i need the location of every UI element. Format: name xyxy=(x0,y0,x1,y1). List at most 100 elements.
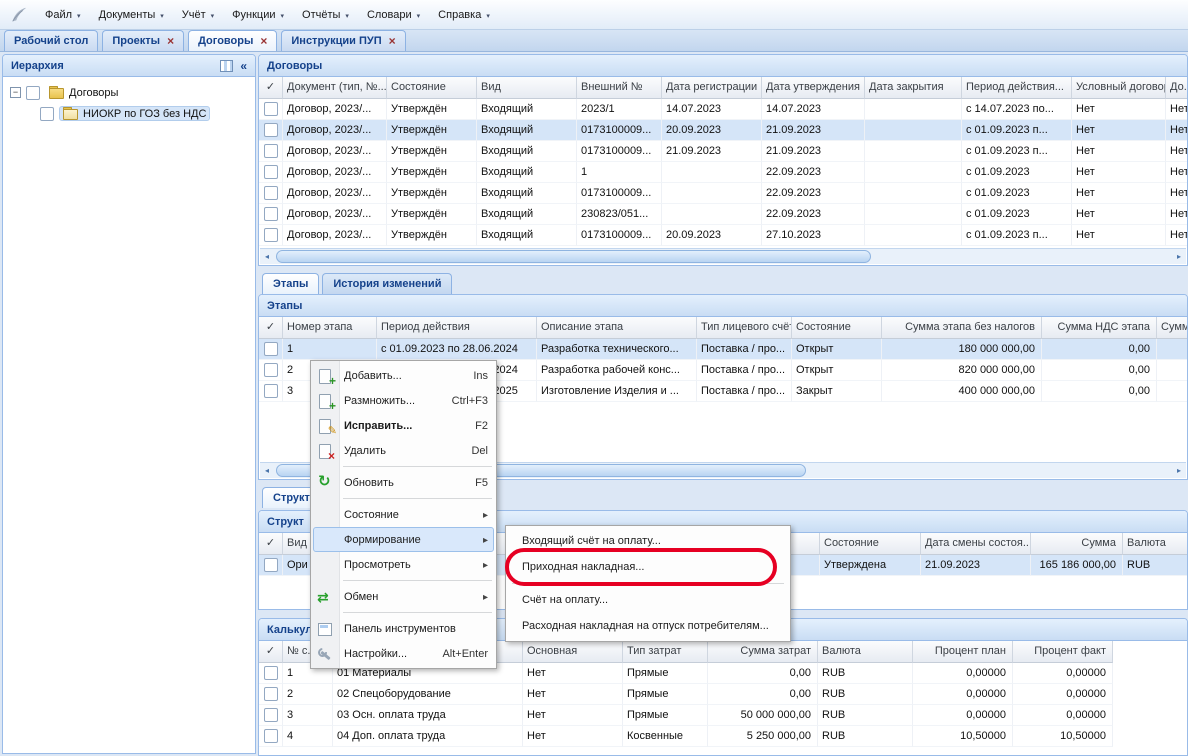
table-row[interactable]: Договор, 2023/...УтверждёнВходящий017310… xyxy=(259,225,1187,246)
context-menu-item[interactable]: Состояние xyxy=(313,502,494,527)
column-header[interactable]: Описание этапа xyxy=(537,317,697,339)
submenu-item[interactable]: Расходная накладная на отпуск потребител… xyxy=(508,613,788,639)
tab-stages[interactable]: Этапы xyxy=(262,273,319,294)
collapse-panel-icon[interactable] xyxy=(240,60,247,72)
column-header[interactable]: Период действия xyxy=(377,317,537,339)
table-row[interactable]: Договор, 2023/...УтверждёнВходящий2023/1… xyxy=(259,99,1187,120)
scroll-left-icon[interactable] xyxy=(260,249,274,264)
table-row[interactable]: Договор, 2023/...УтверждёнВходящий122.09… xyxy=(259,162,1187,183)
table-row[interactable]: 202 СпецоборудованиеНетПрямые0,00RUB0,00… xyxy=(259,684,1187,705)
submenu-item[interactable]: Счёт на оплату... xyxy=(508,587,788,613)
menubar-item[interactable]: Учёт xyxy=(173,6,223,24)
row-checkbox[interactable] xyxy=(264,708,278,722)
column-header[interactable]: Состояние xyxy=(820,533,921,555)
row-checkbox[interactable] xyxy=(264,165,278,179)
table-row[interactable]: Договор, 2023/...УтверждёнВходящий017310… xyxy=(259,120,1187,141)
column-header[interactable]: До... xyxy=(1166,77,1187,99)
column-header[interactable]: Номер этапа xyxy=(283,317,377,339)
row-checkbox[interactable] xyxy=(264,228,278,242)
column-header[interactable]: Состояние xyxy=(792,317,882,339)
row-checkbox[interactable] xyxy=(264,102,278,116)
context-menu-item[interactable]: ОбновитьF5 xyxy=(313,470,494,495)
column-header[interactable]: Сумма эт... xyxy=(1157,317,1187,339)
context-menu-item[interactable]: Размножить...Ctrl+F3 xyxy=(313,388,494,413)
node-checkbox[interactable] xyxy=(40,107,54,121)
row-checkbox[interactable] xyxy=(264,186,278,200)
scroll-right-icon[interactable] xyxy=(1172,249,1186,264)
tab-contracts[interactable]: Договоры xyxy=(188,30,277,51)
table-row[interactable]: 303 Осн. оплата трудаНетПрямые50 000 000… xyxy=(259,705,1187,726)
menubar-item[interactable]: Словари xyxy=(358,6,429,24)
node-checkbox[interactable] xyxy=(26,86,40,100)
column-header[interactable]: Тип затрат xyxy=(623,641,708,663)
submenu-item[interactable]: Входящий счёт на оплату... xyxy=(508,528,788,554)
tab-desktop[interactable]: Рабочий стол xyxy=(4,30,98,51)
tab-change-history[interactable]: История изменений xyxy=(322,273,452,294)
column-header[interactable]: Документ (тип, №... xyxy=(283,77,387,99)
tab-projects[interactable]: Проекты xyxy=(102,30,184,51)
column-header[interactable]: Период действия... xyxy=(962,77,1072,99)
row-checkbox[interactable] xyxy=(264,123,278,137)
column-header[interactable]: ✓ xyxy=(259,77,283,99)
column-header[interactable]: Сумма затрат xyxy=(708,641,818,663)
context-menu-item[interactable]: Добавить...Ins xyxy=(313,363,494,388)
submenu-item[interactable]: Приходная накладная... xyxy=(508,554,788,580)
close-icon[interactable] xyxy=(260,35,267,48)
menubar-item[interactable]: Файл xyxy=(36,6,90,24)
table-row[interactable]: Договор, 2023/...УтверждёнВходящий230823… xyxy=(259,204,1187,225)
column-header[interactable]: Дата утверждения xyxy=(762,77,865,99)
column-header[interactable]: ✓ xyxy=(259,317,283,339)
context-menu-item[interactable]: Формирование xyxy=(313,527,494,552)
column-header[interactable]: Внешний № xyxy=(577,77,662,99)
row-checkbox[interactable] xyxy=(264,384,278,398)
close-icon[interactable] xyxy=(167,35,174,48)
row-checkbox[interactable] xyxy=(264,687,278,701)
context-menu-item[interactable]: УдалитьDel xyxy=(313,438,494,463)
column-header[interactable]: Процент план xyxy=(913,641,1013,663)
context-menu-item[interactable]: Просмотреть xyxy=(313,552,494,577)
column-header[interactable]: Условный договор xyxy=(1072,77,1166,99)
grid-view-icon[interactable] xyxy=(220,60,233,72)
row-checkbox[interactable] xyxy=(264,207,278,221)
table-row[interactable]: Договор, 2023/...УтверждёнВходящий017310… xyxy=(259,141,1187,162)
expander-icon[interactable] xyxy=(10,87,21,98)
tab-pup-instructions[interactable]: Инструкции ПУП xyxy=(281,30,405,51)
column-header[interactable]: ✓ xyxy=(259,533,283,555)
scroll-left-icon[interactable] xyxy=(260,463,274,478)
column-header[interactable]: Дата смены состоя... xyxy=(921,533,1031,555)
column-header[interactable]: Дата регистрации xyxy=(662,77,762,99)
scroll-right-icon[interactable] xyxy=(1172,463,1186,478)
column-header[interactable]: Основная xyxy=(523,641,623,663)
horizontal-scrollbar[interactable] xyxy=(260,248,1186,264)
scrollbar-thumb[interactable] xyxy=(276,250,871,263)
column-header[interactable]: Валюта xyxy=(1123,533,1187,555)
column-header[interactable]: Валюта xyxy=(818,641,913,663)
row-checkbox[interactable] xyxy=(264,144,278,158)
column-header[interactable]: Дата закрытия xyxy=(865,77,962,99)
context-menu-item[interactable]: Исправить...F2 xyxy=(313,413,494,438)
column-header[interactable]: Сумма xyxy=(1031,533,1123,555)
context-menu-item[interactable]: Обмен xyxy=(313,584,494,609)
close-icon[interactable] xyxy=(389,35,396,48)
column-header[interactable]: Сумма НДС этапа xyxy=(1042,317,1157,339)
table-row[interactable]: 404 Доп. оплата трудаНетКосвенные5 250 0… xyxy=(259,726,1187,747)
menubar-item[interactable]: Справка xyxy=(429,6,499,24)
menubar-item[interactable]: Документы xyxy=(90,6,173,24)
row-checkbox[interactable] xyxy=(264,558,278,572)
context-menu-item[interactable]: Панель инструментов xyxy=(313,616,494,641)
row-checkbox[interactable] xyxy=(264,666,278,680)
column-header[interactable]: Сумма этапа без налогов xyxy=(882,317,1042,339)
tree-node-child[interactable]: НИОКР по ГОЗ без НДС xyxy=(5,103,253,124)
column-header[interactable]: Состояние xyxy=(387,77,477,99)
table-row[interactable]: 1с 01.09.2023 по 28.06.2024Разработка те… xyxy=(259,339,1187,360)
column-header[interactable]: Тип лицевого счёт xyxy=(697,317,792,339)
column-header[interactable]: ✓ xyxy=(259,641,283,663)
row-checkbox[interactable] xyxy=(264,342,278,356)
menubar-item[interactable]: Функции xyxy=(223,6,293,24)
column-header[interactable]: Вид xyxy=(477,77,577,99)
table-row[interactable]: Договор, 2023/...УтверждёнВходящий017310… xyxy=(259,183,1187,204)
row-checkbox[interactable] xyxy=(264,729,278,743)
tree-node-root[interactable]: Договоры xyxy=(5,82,253,103)
menubar-item[interactable]: Отчёты xyxy=(293,6,358,24)
column-header[interactable]: Процент факт xyxy=(1013,641,1113,663)
